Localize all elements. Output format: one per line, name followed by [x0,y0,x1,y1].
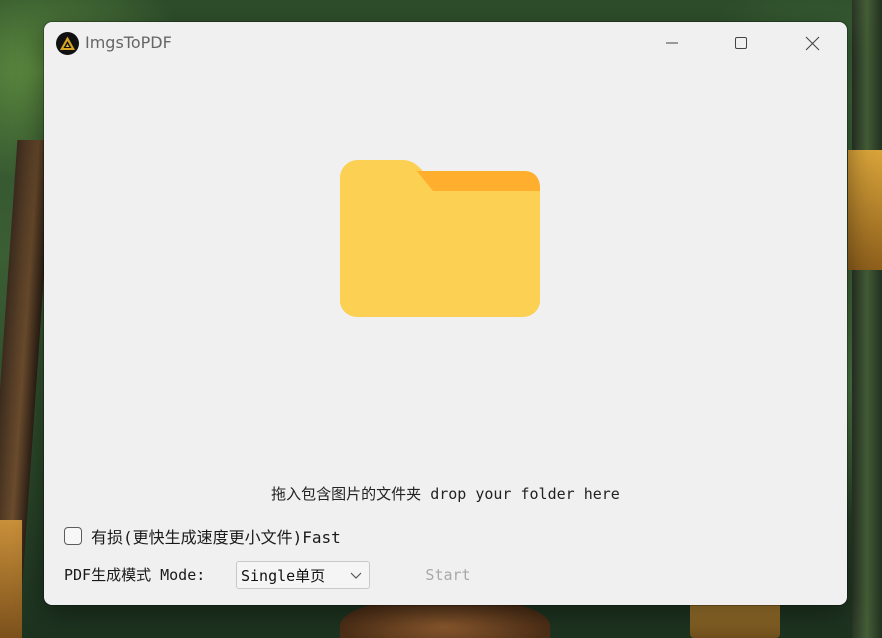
title-bar[interactable]: ImgsToPDF [44,22,847,64]
start-button[interactable]: Start [412,563,484,587]
chevron-down-icon [350,572,362,579]
folder-icon[interactable] [340,160,540,317]
lossy-option[interactable]: 有损(更快生成速度更小文件)Fast [64,525,341,547]
wallpaper-banner [0,520,22,638]
app-window: ImgsToPDF 拖入包含图片的文件夹 drop your folder he… [44,22,847,605]
drop-instruction: 拖入包含图片的文件夹 drop your folder here [271,485,620,503]
lossy-checkbox[interactable] [64,527,82,545]
wallpaper-banner [848,150,882,270]
wallpaper-tree-trunk [852,0,882,638]
close-icon [805,36,819,50]
mode-label: PDF生成模式 Mode: [64,566,206,584]
close-button[interactable] [789,22,835,64]
maximize-button[interactable] [718,22,764,64]
minimize-icon [666,42,678,44]
window-title: ImgsToPDF [85,33,172,52]
minimize-button[interactable] [649,22,695,64]
lossy-checkbox-label[interactable]: 有损(更快生成速度更小文件)Fast [91,524,341,548]
mode-select-value: Single单页 [241,566,326,585]
app-logo-icon [56,32,79,55]
maximize-icon [735,37,747,49]
mode-select[interactable]: Single单页 [236,561,370,589]
